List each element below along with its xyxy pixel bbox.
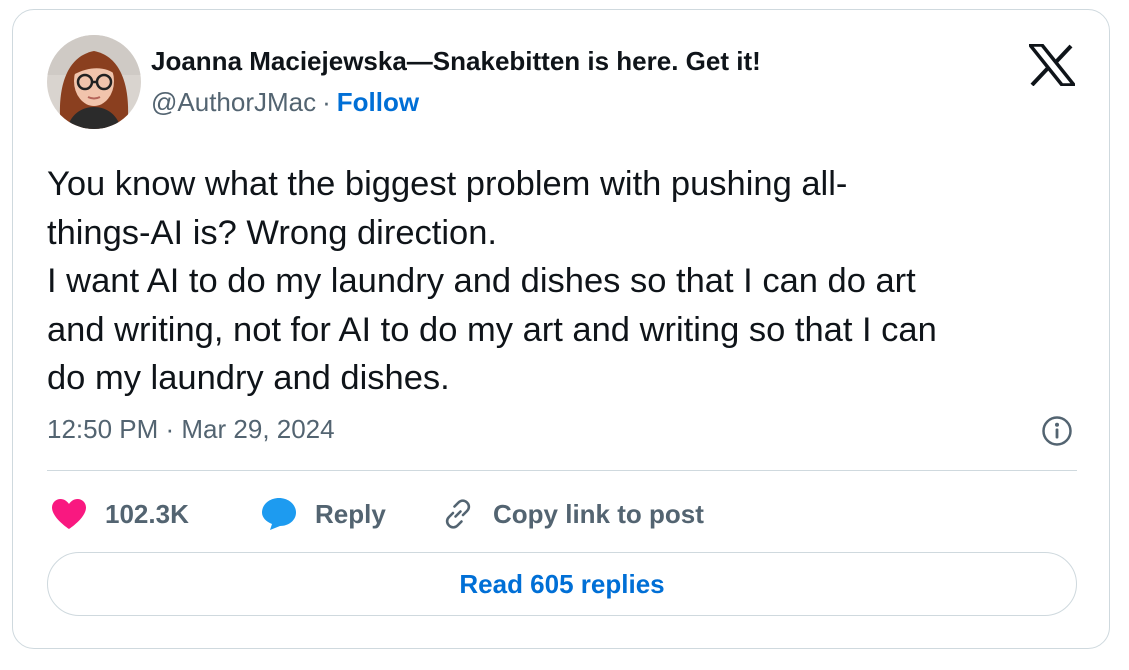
heart-icon: [52, 499, 86, 529]
read-replies-button[interactable]: Read 605 replies: [47, 552, 1077, 616]
author-handle[interactable]: @AuthorJMac: [151, 87, 316, 117]
author-display-name[interactable]: Joanna Maciejewska—Snakebitten is here. …: [151, 46, 761, 77]
tweet-embed-card: Joanna Maciejewska—Snakebitten is here. …: [12, 9, 1110, 649]
reply-label: Reply: [315, 498, 386, 529]
tweet-text-line: things-AI is? Wrong direction.: [47, 213, 497, 252]
author-handle-line: @AuthorJMac · Follow: [151, 87, 419, 118]
reply-button[interactable]: Reply: [261, 494, 386, 534]
separator-dot: ·: [322, 87, 331, 117]
copy-link-button[interactable]: Copy link to post: [441, 494, 704, 534]
tweet-text-line: and writing, not for AI to do my art and…: [47, 310, 937, 349]
tweet-text: You know what the biggest problem with p…: [47, 160, 1087, 403]
x-logo-icon[interactable]: [1029, 44, 1075, 86]
link-icon: [445, 499, 471, 529]
copy-link-label: Copy link to post: [493, 498, 704, 529]
tweet-text-line: You know what the biggest problem with p…: [47, 165, 848, 203]
speech-bubble-icon: [262, 498, 296, 530]
tweet-text-line: I want AI to do my laundry and dishes so…: [47, 262, 916, 300]
info-icon[interactable]: [1041, 415, 1073, 447]
like-count: 102.3K: [105, 498, 189, 529]
follow-link[interactable]: Follow: [337, 87, 419, 117]
author-avatar-photo: [47, 35, 141, 129]
author-avatar[interactable]: [47, 35, 141, 129]
divider: [47, 470, 1077, 471]
tweet-timestamp[interactable]: 12:50 PM · Mar 29, 2024: [47, 414, 335, 445]
like-button[interactable]: 102.3K: [51, 494, 189, 534]
tweet-text-line: do my laundry and dishes.: [47, 359, 450, 397]
